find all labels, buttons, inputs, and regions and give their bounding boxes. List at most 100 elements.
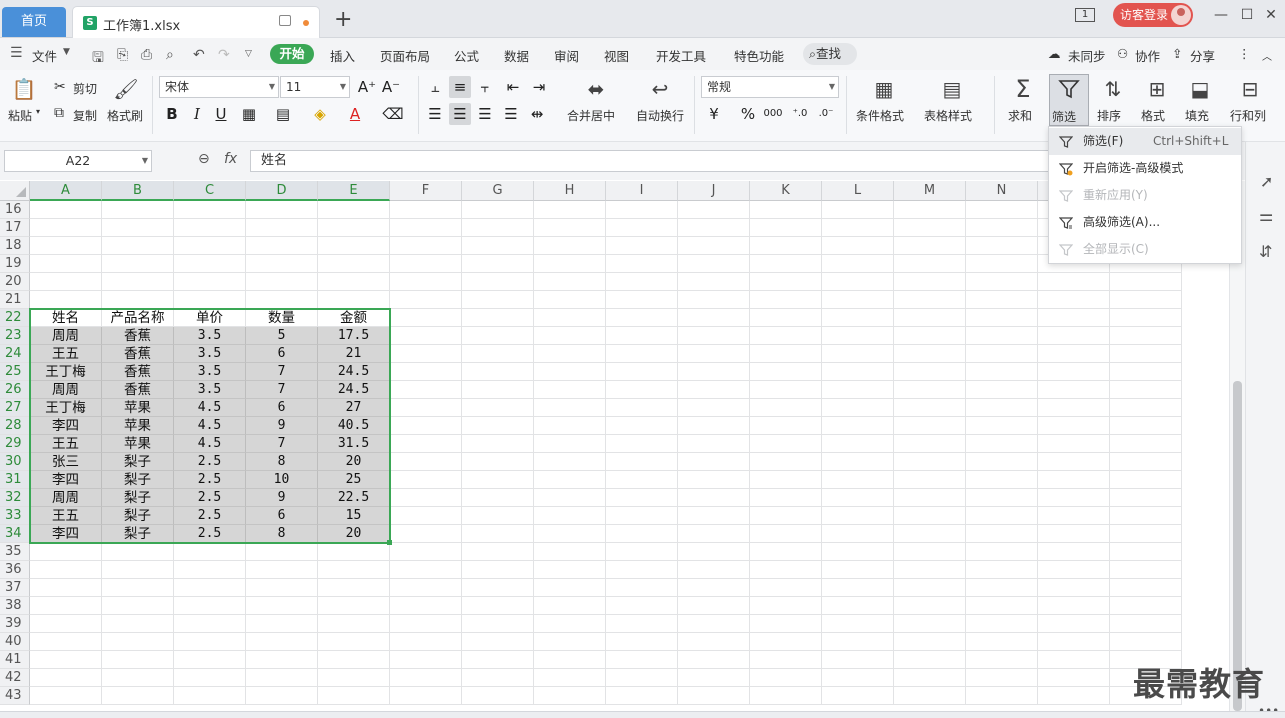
- decrease-font-icon[interactable]: A⁻: [380, 76, 402, 98]
- cell[interactable]: [462, 201, 534, 219]
- table-header-cell[interactable]: 单价: [174, 309, 246, 327]
- column-header-f[interactable]: F: [390, 181, 462, 201]
- cell[interactable]: [174, 615, 246, 633]
- cell[interactable]: [318, 615, 390, 633]
- cell[interactable]: [102, 687, 174, 705]
- print-icon[interactable]: ⎙: [141, 47, 152, 63]
- cell[interactable]: [678, 435, 750, 453]
- cell[interactable]: [534, 615, 606, 633]
- cell[interactable]: [390, 237, 462, 255]
- cell[interactable]: [822, 543, 894, 561]
- cell[interactable]: [606, 381, 678, 399]
- cell[interactable]: [1110, 309, 1182, 327]
- cell[interactable]: [102, 633, 174, 651]
- cell[interactable]: [318, 687, 390, 705]
- cell[interactable]: [894, 579, 966, 597]
- cell[interactable]: [678, 417, 750, 435]
- cell[interactable]: [822, 327, 894, 345]
- cell[interactable]: [822, 417, 894, 435]
- row-col-button[interactable]: 行和列: [1230, 107, 1266, 124]
- cell[interactable]: [390, 345, 462, 363]
- cell[interactable]: [750, 381, 822, 399]
- cell[interactable]: [822, 453, 894, 471]
- cell[interactable]: [30, 561, 102, 579]
- row-header-22[interactable]: 22: [0, 309, 30, 327]
- sort-icon[interactable]: ⇅: [1099, 76, 1127, 102]
- menu-insert[interactable]: 插入: [330, 46, 355, 65]
- cell[interactable]: [894, 669, 966, 687]
- table-cell[interactable]: 4.5: [174, 399, 246, 417]
- cell[interactable]: [462, 309, 534, 327]
- cell[interactable]: [606, 525, 678, 543]
- cell[interactable]: [30, 615, 102, 633]
- new-tab-button[interactable]: +: [334, 6, 352, 34]
- cell[interactable]: [1038, 543, 1110, 561]
- cell[interactable]: [606, 597, 678, 615]
- column-header-g[interactable]: G: [462, 181, 534, 201]
- cell[interactable]: [1038, 435, 1110, 453]
- cell[interactable]: [1038, 345, 1110, 363]
- fill-handle[interactable]: [387, 540, 392, 545]
- cell[interactable]: [678, 489, 750, 507]
- cell[interactable]: [462, 687, 534, 705]
- cell[interactable]: [678, 525, 750, 543]
- table-header-cell[interactable]: 数量: [246, 309, 318, 327]
- cell[interactable]: [606, 255, 678, 273]
- cell[interactable]: [750, 597, 822, 615]
- cell[interactable]: [1110, 435, 1182, 453]
- cell[interactable]: [534, 561, 606, 579]
- table-cell[interactable]: 10: [246, 471, 318, 489]
- cell[interactable]: [462, 669, 534, 687]
- cell[interactable]: [1110, 399, 1182, 417]
- cell[interactable]: [678, 669, 750, 687]
- row-header-36[interactable]: 36: [0, 561, 30, 579]
- sum-icon[interactable]: Σ: [1009, 76, 1037, 102]
- cell[interactable]: [678, 363, 750, 381]
- cell[interactable]: [894, 345, 966, 363]
- cell[interactable]: [318, 219, 390, 237]
- table-cell[interactable]: 6: [246, 345, 318, 363]
- cell[interactable]: [390, 417, 462, 435]
- table-cell[interactable]: 24.5: [318, 363, 390, 381]
- cell[interactable]: [390, 291, 462, 309]
- cell[interactable]: [1038, 579, 1110, 597]
- cell[interactable]: [318, 201, 390, 219]
- row-header-26[interactable]: 26: [0, 381, 30, 399]
- cell[interactable]: [678, 381, 750, 399]
- align-center-icon[interactable]: ☰: [449, 103, 471, 125]
- cell[interactable]: [246, 579, 318, 597]
- cell[interactable]: [750, 201, 822, 219]
- cell[interactable]: [462, 435, 534, 453]
- cell[interactable]: [462, 615, 534, 633]
- cell[interactable]: [966, 255, 1038, 273]
- number-format-select[interactable]: 常规 ▼: [701, 76, 839, 98]
- cell[interactable]: [462, 291, 534, 309]
- cell[interactable]: [1110, 489, 1182, 507]
- format-painter-button[interactable]: 格式刷: [107, 107, 143, 124]
- cell[interactable]: [534, 255, 606, 273]
- table-cell[interactable]: 李四: [30, 525, 102, 543]
- row-header-21[interactable]: 21: [0, 291, 30, 309]
- menu-file[interactable]: 文件: [32, 46, 57, 65]
- cell[interactable]: [30, 597, 102, 615]
- row-header-35[interactable]: 35: [0, 543, 30, 561]
- cell[interactable]: [390, 687, 462, 705]
- cell[interactable]: [894, 273, 966, 291]
- menu-review[interactable]: 审阅: [554, 46, 579, 65]
- font-size-select[interactable]: 11 ▼: [280, 76, 350, 98]
- cell[interactable]: [1038, 687, 1110, 705]
- export-icon[interactable]: ⎘: [117, 47, 128, 63]
- cell[interactable]: [534, 579, 606, 597]
- cell[interactable]: [678, 219, 750, 237]
- align-middle-icon[interactable]: ≡: [449, 76, 471, 98]
- cell[interactable]: [102, 651, 174, 669]
- cell[interactable]: [174, 597, 246, 615]
- collab-button[interactable]: 协作: [1135, 46, 1160, 65]
- table-cell[interactable]: 25: [318, 471, 390, 489]
- cell[interactable]: [1038, 651, 1110, 669]
- cell[interactable]: [174, 633, 246, 651]
- cell[interactable]: [246, 291, 318, 309]
- cell[interactable]: [822, 237, 894, 255]
- row-header-34[interactable]: 34: [0, 525, 30, 543]
- cell[interactable]: [462, 327, 534, 345]
